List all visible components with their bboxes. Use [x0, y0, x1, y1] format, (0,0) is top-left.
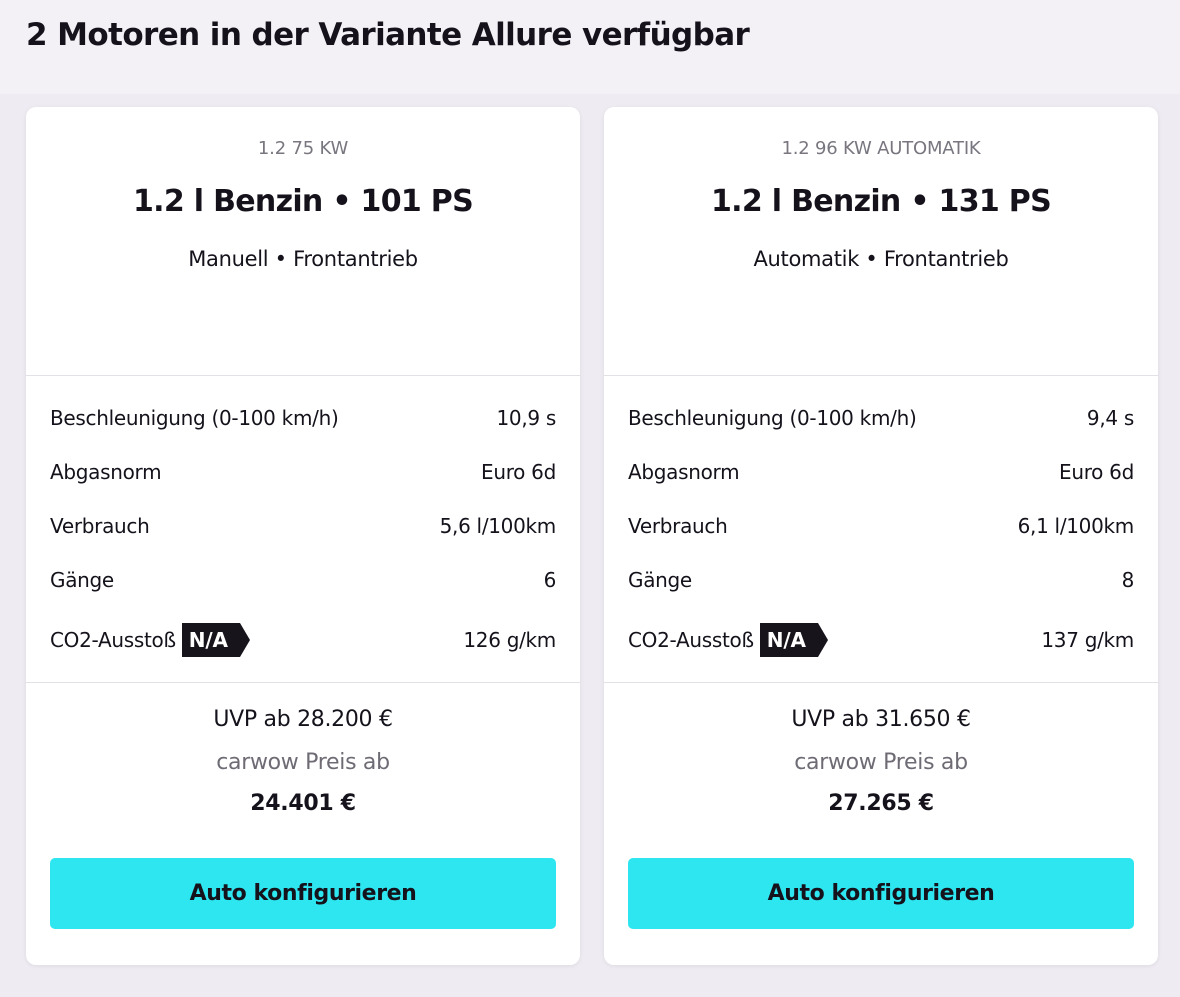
carwow-price-label: carwow Preis ab [794, 750, 968, 775]
uvp-price: UVP ab 31.650 € [791, 707, 971, 732]
engine-title: 1.2 l Benzin • 101 PS [132, 184, 474, 219]
spec-label: Beschleunigung (0-100 km/h) [628, 406, 917, 430]
spec-value: 137 g/km [1041, 628, 1134, 652]
engine-code: 1.2 75 KW [257, 138, 349, 159]
engine-card-header: 1.2 75 KW 1.2 l Benzin • 101 PS Manuell … [26, 107, 580, 375]
spec-label: Verbrauch [50, 514, 150, 538]
engine-subtitle: Manuell • Frontantrieb [188, 247, 418, 271]
spec-value: 6,1 l/100km [1017, 514, 1135, 538]
carwow-price-label: carwow Preis ab [216, 750, 390, 775]
spec-value: 10,9 s [496, 406, 556, 430]
spec-row-acceleration: Beschleunigung (0-100 km/h) 9,4 s [628, 398, 1134, 438]
page-title: 2 Motoren in der Variante Allure verfügb… [26, 17, 750, 53]
spec-row-gears: Gänge 8 [628, 560, 1134, 600]
spec-label-wrap: CO2-Ausstoß N/A [628, 623, 828, 657]
spec-label-wrap: CO2-Ausstoß N/A [50, 623, 250, 657]
carwow-price: 27.265 € [828, 791, 934, 816]
spec-value: 126 g/km [463, 628, 556, 652]
divider [26, 682, 580, 683]
spec-value: Euro 6d [480, 460, 556, 484]
engine-card: 1.2 96 KW AUTOMATIK 1.2 l Benzin • 131 P… [604, 107, 1158, 965]
engine-card-header: 1.2 96 KW AUTOMATIK 1.2 l Benzin • 131 P… [604, 107, 1158, 375]
carwow-price: 24.401 € [250, 791, 356, 816]
spec-list: Beschleunigung (0-100 km/h) 10,9 s Abgas… [50, 376, 556, 682]
spec-label: Verbrauch [628, 514, 728, 538]
spec-row-emission-standard: Abgasnorm Euro 6d [50, 452, 556, 492]
spec-value: Euro 6d [1058, 460, 1134, 484]
uvp-price: UVP ab 28.200 € [213, 707, 393, 732]
spec-label: Gänge [628, 568, 692, 592]
spec-row-acceleration: Beschleunigung (0-100 km/h) 10,9 s [50, 398, 556, 438]
spec-label: Gänge [50, 568, 114, 592]
spec-row-gears: Gänge 6 [50, 560, 556, 600]
divider [604, 682, 1158, 683]
engine-subtitle: Automatik • Frontantrieb [753, 247, 1009, 271]
spec-label: Abgasnorm [628, 460, 740, 484]
spec-row-consumption: Verbrauch 6,1 l/100km [628, 506, 1134, 546]
spec-value: 9,4 s [1086, 406, 1134, 430]
spec-label: CO2-Ausstoß [50, 628, 176, 652]
spec-value: 6 [543, 568, 557, 592]
engine-title: 1.2 l Benzin • 131 PS [710, 184, 1052, 219]
co2-efficiency-badge: N/A [181, 623, 250, 657]
engine-code: 1.2 96 KW AUTOMATIK [781, 138, 981, 159]
spec-list: Beschleunigung (0-100 km/h) 9,4 s Abgasn… [628, 376, 1134, 682]
configure-car-button[interactable]: Auto konfigurieren [628, 858, 1134, 929]
configure-car-button[interactable]: Auto konfigurieren [50, 858, 556, 929]
co2-efficiency-badge: N/A [759, 623, 828, 657]
spec-row-consumption: Verbrauch 5,6 l/100km [50, 506, 556, 546]
spec-row-co2: CO2-Ausstoß N/A 126 g/km [50, 620, 556, 660]
spec-row-co2: CO2-Ausstoß N/A 137 g/km [628, 620, 1134, 660]
spec-row-emission-standard: Abgasnorm Euro 6d [628, 452, 1134, 492]
engine-card: 1.2 75 KW 1.2 l Benzin • 101 PS Manuell … [26, 107, 580, 965]
spec-label: Abgasnorm [50, 460, 162, 484]
spec-label: CO2-Ausstoß [628, 628, 754, 652]
spec-value: 5,6 l/100km [439, 514, 557, 538]
spec-value: 8 [1121, 568, 1135, 592]
spec-label: Beschleunigung (0-100 km/h) [50, 406, 339, 430]
